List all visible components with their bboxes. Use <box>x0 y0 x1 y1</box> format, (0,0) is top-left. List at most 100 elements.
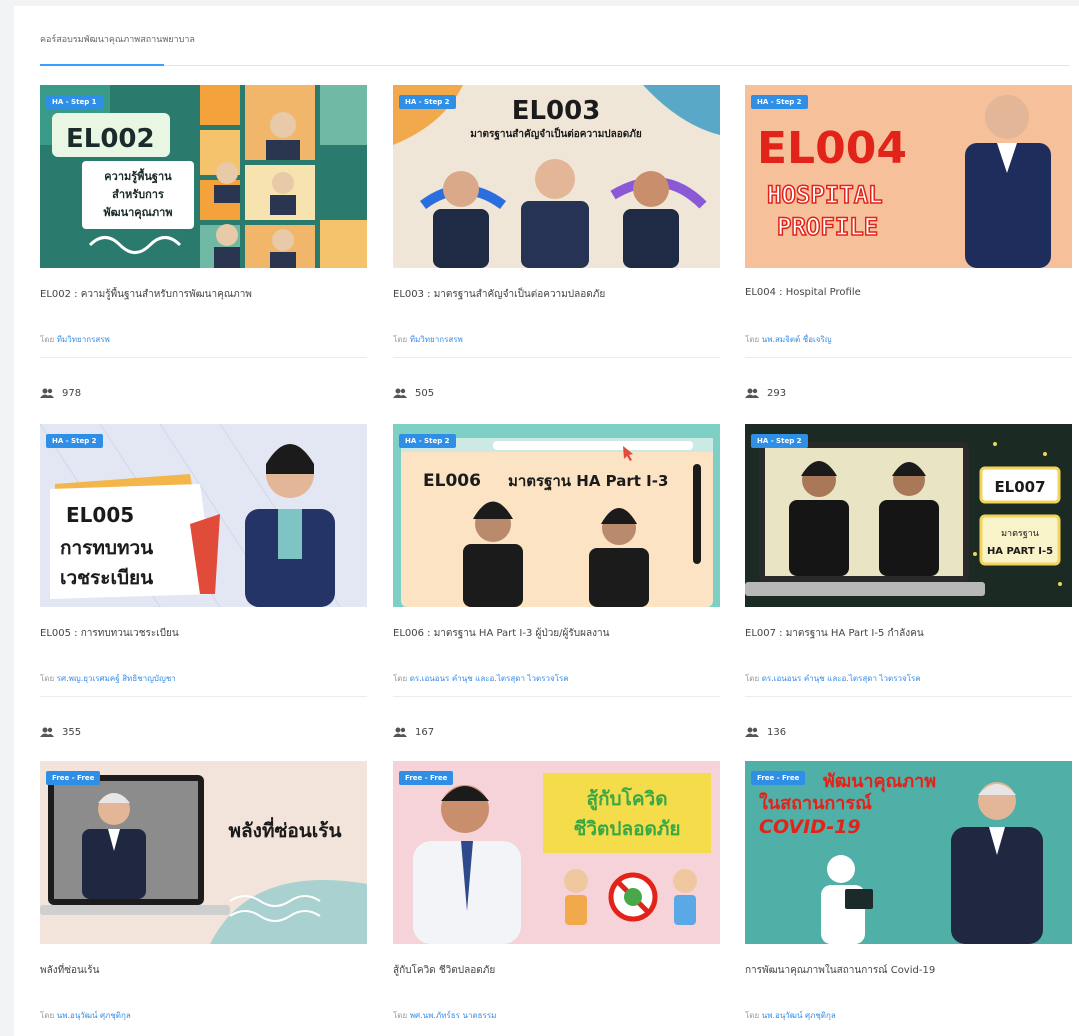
course-author-link[interactable]: ดร.เอนอนร คำนุช และอ.ไตรสุดา ไวตรวจโรค <box>410 674 569 683</box>
course-author-link[interactable]: รศ.พญ.ยุวเรศมคฐ์ สิทธิชาญบัญชา <box>57 674 176 683</box>
course-badge: HA - Step 1 <box>46 95 103 109</box>
card-divider <box>745 696 1072 697</box>
course-panel: คอร์สอบรมพัฒนาคุณภาพสถานพยาบาล EL002 ควา… <box>14 6 1079 1036</box>
thumb-line: การทบทวน <box>60 537 153 559</box>
learner-count: 293 <box>745 388 786 399</box>
card-divider <box>393 696 720 697</box>
course-title[interactable]: สู้กับโควิด ชีวิตปลอดภัย <box>393 963 720 978</box>
thumb-line: มาตรฐาน <box>1001 529 1039 539</box>
course-thumbnail[interactable]: EL002 ความรู้พื้นฐาน สำหรับการ พัฒนาคุณภ… <box>40 85 367 268</box>
course-byline: โดย ทีมวิทยากรสรพ <box>393 333 463 346</box>
course-byline: โดย นพ.สมจิตต์ ชื่อเจริญ <box>745 333 832 346</box>
thumb-code: EL007 <box>994 478 1045 496</box>
by-prefix: โดย <box>40 674 55 683</box>
course-author-link[interactable]: ทีมวิทยากรสรพ <box>57 335 110 344</box>
thumb-line: สู้กับโควิด <box>586 787 667 811</box>
course-byline: โดย พศ.นพ.ภัทร์ธร นาดธรรม <box>393 1009 496 1022</box>
course-author-link[interactable]: ดร.เอนอนร คำนุช และอ.ไตรสุดา ไวตรวจโรค <box>762 674 921 683</box>
by-prefix: โดย <box>745 1011 760 1020</box>
course-byline: โดย รศ.พญ.ยุวเรศมคฐ์ สิทธิชาญบัญชา <box>40 672 176 685</box>
thumb-line: สำหรับการ <box>112 188 164 201</box>
learner-count-value: 167 <box>415 727 435 738</box>
users-icon <box>745 388 759 398</box>
course-badge: Free - Free <box>46 771 101 785</box>
learner-count: 136 <box>745 727 786 738</box>
course-author-link[interactable]: ทีมวิทยากรสรพ <box>410 335 463 344</box>
course-title[interactable]: การพัฒนาคุณภาพในสถานการณ์ Covid-19 <box>745 963 1072 978</box>
users-icon <box>745 727 759 737</box>
thumb-code: EL003 <box>512 96 601 126</box>
thumb-line: ในสถานการณ์ <box>759 792 872 814</box>
by-prefix: โดย <box>393 674 408 683</box>
thumb-line: พลังที่ซ่อนเร้น <box>229 817 342 842</box>
course-thumbnail[interactable]: สู้กับโควิด ชีวิตปลอดภัย Free - Free <box>393 761 720 944</box>
course-author-link[interactable]: นพ.อนุวัฒน์ ศุภชุติกุล <box>762 1011 836 1020</box>
card-divider <box>393 357 720 358</box>
thumb-code: EL004 <box>757 123 907 174</box>
course-thumbnail[interactable]: EL005 การทบทวน เวชระเบียน HA - Step 2 <box>40 424 367 607</box>
course-badge: HA - Step 2 <box>751 95 808 109</box>
thumb-line: PROFILE <box>777 213 878 241</box>
course-badge: Free - Free <box>751 771 806 785</box>
by-prefix: โดย <box>40 335 55 344</box>
course-byline: โดย ทีมวิทยากรสรพ <box>40 333 110 346</box>
course-thumbnail[interactable]: พัฒนาคุณภาพ ในสถานการณ์ COVID-19 Free - … <box>745 761 1072 944</box>
card-divider <box>40 696 367 697</box>
course-title[interactable]: EL002 : ความรู้พื้นฐานสำหรับการพัฒนาคุณภ… <box>40 287 367 302</box>
learner-count: 505 <box>393 388 434 399</box>
course-author-link[interactable]: พศ.นพ.ภัทร์ธร นาดธรรม <box>410 1011 497 1020</box>
course-byline: โดย ดร.เอนอนร คำนุช และอ.ไตรสุดา ไวตรวจโ… <box>393 672 569 685</box>
by-prefix: โดย <box>745 674 760 683</box>
users-icon <box>393 727 407 737</box>
course-badge: Free - Free <box>399 771 454 785</box>
course-title[interactable]: EL006 : มาตรฐาน HA Part I-3 ผู้ป่วย/ผู้ร… <box>393 626 720 641</box>
thumb-line: COVID-19 <box>759 816 861 838</box>
learner-count: 978 <box>40 388 81 399</box>
course-badge: HA - Step 2 <box>46 434 103 448</box>
course-title[interactable]: EL007 : มาตรฐาน HA Part I-5 กำลังคน <box>745 626 1072 641</box>
course-thumbnail[interactable]: EL004 HOSPITAL PROFILE HA - Step 2 <box>745 85 1072 268</box>
learner-count-value: 355 <box>62 727 82 738</box>
course-thumbnail[interactable]: EL006 มาตรฐาน HA Part I-3 HA - Step 2 <box>393 424 720 607</box>
course-badge: HA - Step 2 <box>751 434 808 448</box>
tab-quality-courses[interactable]: คอร์สอบรมพัฒนาคุณภาพสถานพยาบาล <box>40 32 195 46</box>
course-byline: โดย นพ.อนุวัฒน์ ศุภชุติกุล <box>745 1009 836 1022</box>
by-prefix: โดย <box>393 335 408 344</box>
learner-count: 167 <box>393 727 434 738</box>
course-title[interactable]: EL005 : การทบทวนเวชระเบียน <box>40 626 367 641</box>
tab-bar: คอร์สอบรมพัฒนาคุณภาพสถานพยาบาล <box>40 6 1070 66</box>
users-icon <box>40 388 54 398</box>
thumb-code: EL005 <box>66 503 134 527</box>
course-thumbnail[interactable]: EL007 มาตรฐาน HA PART I-5 HA - Step 2 <box>745 424 1072 607</box>
learner-count-value: 136 <box>767 727 787 738</box>
course-thumbnail[interactable]: EL003 มาตรฐานสำคัญจำเป็นต่อความปลอดภัย H… <box>393 85 720 268</box>
course-title[interactable]: EL004 : Hospital Profile <box>745 287 1072 298</box>
course-author-link[interactable]: นพ.อนุวัฒน์ ศุภชุติกุล <box>57 1011 131 1020</box>
course-badge: HA - Step 2 <box>399 95 456 109</box>
course-thumbnail[interactable]: พลังที่ซ่อนเร้น Free - Free <box>40 761 367 944</box>
active-tab-indicator <box>40 64 164 66</box>
thumb-code: EL002 <box>66 124 155 154</box>
course-title[interactable]: พลังที่ซ่อนเร้น <box>40 963 367 978</box>
thumb-line: มาตรฐานสำคัญจำเป็นต่อความปลอดภัย <box>470 126 642 140</box>
card-divider <box>40 357 367 358</box>
users-icon <box>40 727 54 737</box>
thumb-line: HOSPITAL <box>767 181 883 209</box>
course-title[interactable]: EL003 : มาตรฐานสำคัญจำเป็นต่อความปลอดภัย <box>393 287 720 302</box>
by-prefix: โดย <box>40 1011 55 1020</box>
thumb-line: พัฒนาคุณภาพ <box>823 771 936 793</box>
by-prefix: โดย <box>745 335 760 344</box>
thumb-line: HA PART I-5 <box>987 546 1053 557</box>
thumb-line: ความรู้พื้นฐาน <box>104 168 172 184</box>
users-icon <box>393 388 407 398</box>
learner-count-value: 505 <box>415 388 435 399</box>
course-badge: HA - Step 2 <box>399 434 456 448</box>
learner-count-value: 293 <box>767 388 787 399</box>
thumb-line: เวชระเบียน <box>60 567 153 589</box>
thumb-code: EL006 <box>423 471 481 491</box>
thumb-line: ชีวิตปลอดภัย <box>573 818 680 840</box>
card-divider <box>745 357 1072 358</box>
thumb-line: มาตรฐาน HA Part I-3 <box>508 472 668 491</box>
thumb-line: พัฒนาคุณภาพ <box>103 206 172 220</box>
course-author-link[interactable]: นพ.สมจิตต์ ชื่อเจริญ <box>762 335 832 344</box>
